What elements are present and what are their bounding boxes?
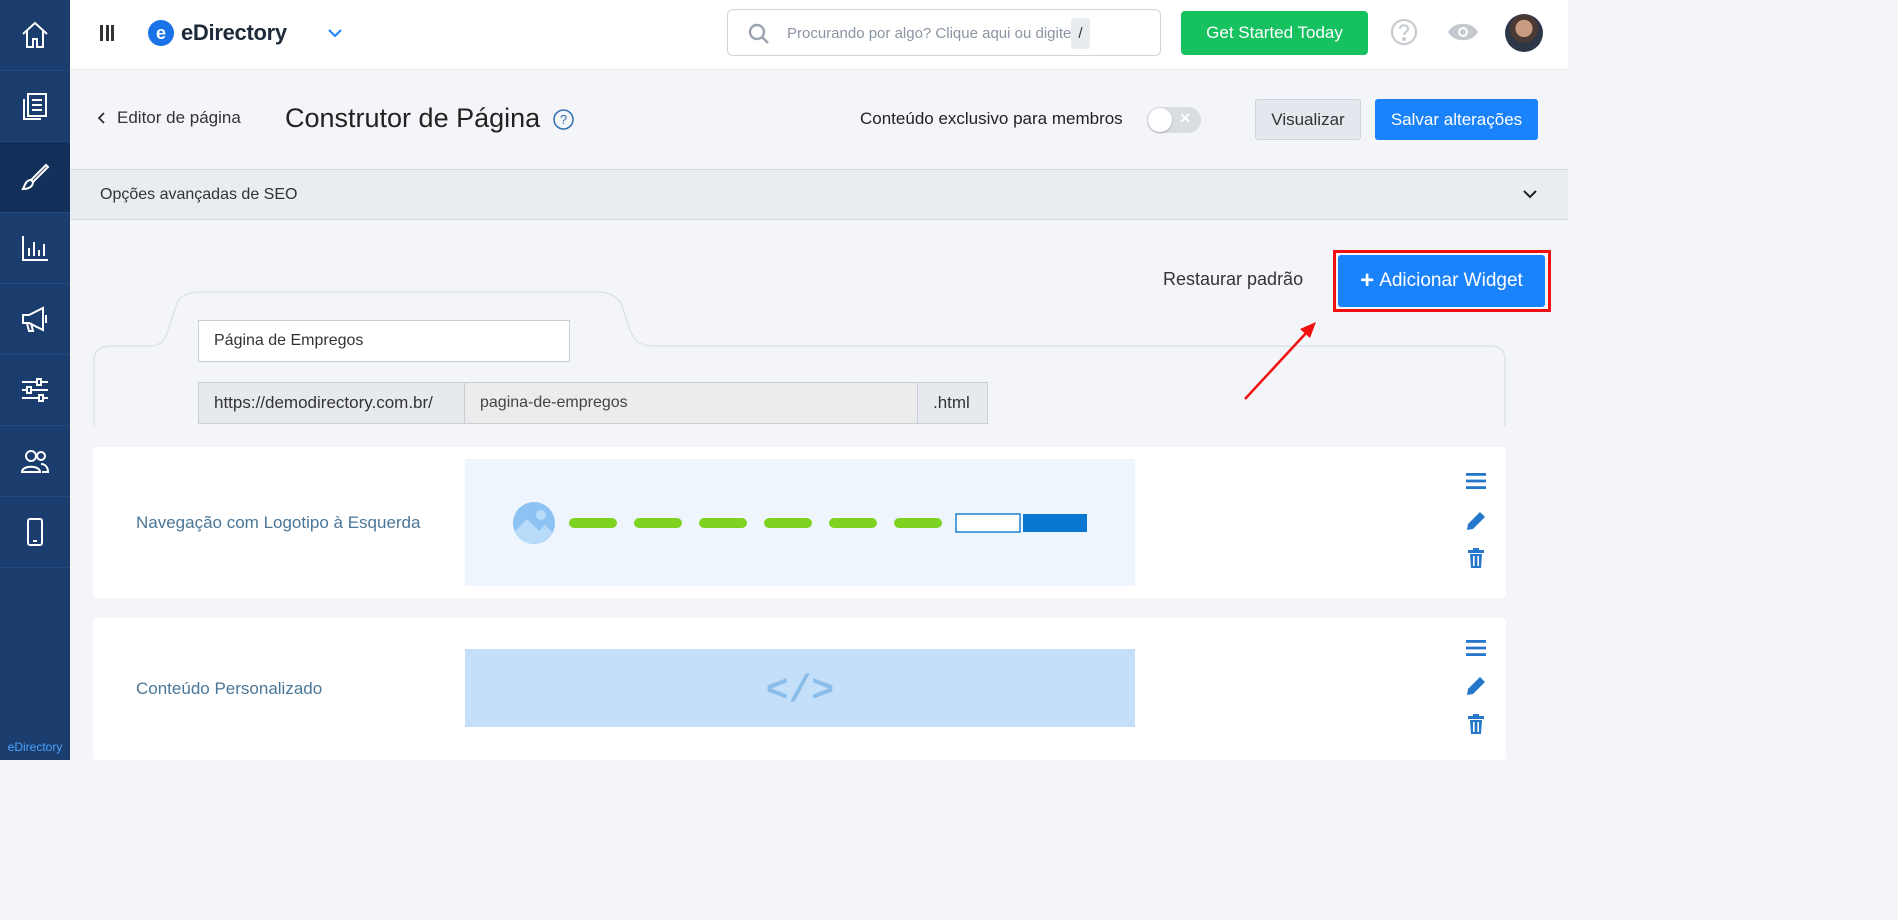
url-slug-input[interactable]: pagina-de-empregos <box>465 382 917 424</box>
nav-filled-button <box>1023 514 1087 532</box>
nav-outline-button <box>955 513 1021 533</box>
trash-icon[interactable] <box>1466 548 1486 568</box>
widget-preview-custom-content: </> <box>465 649 1135 727</box>
widget-label: Conteúdo Personalizado <box>136 679 323 698</box>
logo-placeholder-icon <box>513 502 555 544</box>
edit-icon[interactable] <box>1466 676 1486 696</box>
edit-icon[interactable] <box>1466 511 1486 531</box>
widget-card: Navegação com Logotipo à Esquerda <box>93 447 1506 598</box>
url-prefix: https://demodirectory.com.br/ <box>198 382 465 424</box>
drag-handle-icon[interactable] <box>1466 473 1486 489</box>
url-suffix: .html <box>917 382 988 424</box>
widget-card: Conteúdo Personalizado </> <box>93 618 1506 760</box>
url-field: https://demodirectory.com.br/ pagina-de-… <box>198 382 988 424</box>
trash-icon[interactable] <box>1466 714 1486 734</box>
widget-label: Navegação com Logotipo à Esquerda <box>136 513 421 532</box>
drag-handle-icon[interactable] <box>1466 640 1486 656</box>
page-name-input[interactable]: Página de Empregos <box>198 320 570 362</box>
widget-preview-navigation <box>465 459 1135 586</box>
code-icon: </> <box>766 670 834 713</box>
